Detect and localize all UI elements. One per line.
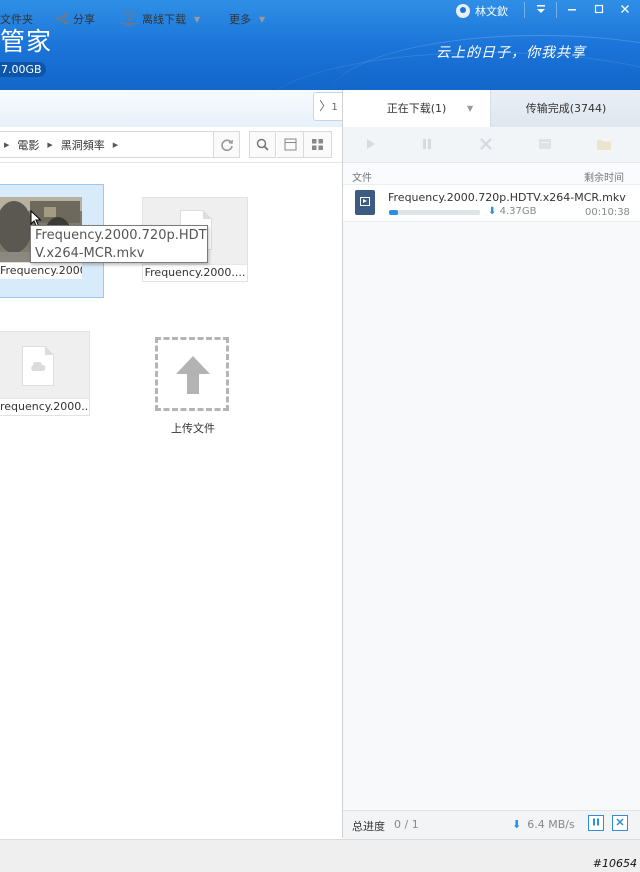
app-title: 管家	[0, 27, 53, 56]
delete-icon[interactable]	[479, 137, 493, 151]
cloud-file-icon	[22, 346, 54, 386]
refresh-icon	[220, 138, 233, 151]
tab-downloading[interactable]: 正在下载(1) ▼	[343, 90, 490, 127]
search-button[interactable]	[249, 131, 276, 158]
file-name: Frequency.2000....	[143, 264, 247, 281]
download-speed: ⬇ 6.4 MB/s	[512, 818, 575, 831]
breadcrumb: ▶ 電影 ▶ 黑洞頻率 ▶	[0, 131, 217, 158]
chevron-down-icon: ▼	[194, 14, 201, 24]
transfer-size: ⬇ 4.37GB	[488, 206, 537, 217]
column-file: 文件	[352, 173, 372, 184]
chevron-down-icon: ▼	[259, 14, 266, 24]
video-file-icon	[355, 190, 375, 215]
expand-panel-button[interactable]: 〉1	[313, 92, 343, 121]
breadcrumb-item[interactable]: 黑洞頻率	[61, 137, 105, 153]
slogan: 云上的日子，你我共享	[436, 45, 586, 61]
storage-indicator[interactable]: 7.00GB	[0, 62, 46, 77]
more-button[interactable]: 更多 ▼	[229, 11, 265, 27]
menu-icon[interactable]	[530, 1, 552, 19]
share-icon	[56, 13, 68, 25]
share-button[interactable]: 分享	[56, 11, 95, 27]
upload-arrow-icon	[176, 356, 210, 394]
file-tile[interactable]: requency.2000....	[0, 331, 90, 416]
file-name: requency.2000....	[0, 398, 89, 415]
new-folder-button[interactable]: 文件夹	[0, 11, 33, 27]
chevron-right-icon: ▶	[47, 140, 53, 149]
search-icon	[256, 138, 269, 151]
pause-all-button[interactable]	[588, 815, 604, 831]
column-remaining-time: 剩余时间	[584, 173, 624, 184]
refresh-button[interactable]	[213, 131, 240, 158]
folder-icon[interactable]	[596, 137, 611, 151]
download-arrow-icon: ⬇	[488, 206, 497, 217]
user-account[interactable]: 林文欽	[456, 3, 508, 19]
breadcrumb-item[interactable]: 電影	[17, 137, 39, 153]
upload-label[interactable]: 上传文件	[158, 420, 228, 436]
chevron-down-icon[interactable]: ▼	[467, 90, 473, 127]
file-name: Frequency.2000....	[0, 262, 82, 279]
download-arrow-icon: ⬇	[512, 818, 522, 831]
minimize-icon[interactable]	[561, 1, 583, 19]
watermark: #10654	[592, 857, 637, 870]
total-progress-count: 0 / 1	[394, 818, 419, 831]
cancel-all-button[interactable]	[612, 815, 628, 831]
transfer-file-name: Frequency.2000.720p.HDTV.x264-MCR.mkv	[388, 191, 626, 204]
grid-view-button[interactable]	[304, 131, 332, 158]
play-icon[interactable]	[363, 137, 377, 151]
avatar-icon	[456, 4, 470, 18]
file-toolbar	[0, 90, 342, 128]
list-view-icon	[284, 138, 296, 151]
filename-tooltip: Frequency.2000.720p.HDT V.x264-MCR.mkv	[30, 225, 208, 263]
pause-icon	[593, 818, 599, 826]
offline-download-button[interactable]: 离线下载 ▼	[121, 11, 200, 27]
grid-view-icon	[312, 139, 323, 150]
chevron-right-icon: 〉	[319, 99, 332, 113]
progress-bar	[389, 210, 480, 215]
tab-completed[interactable]: 传输完成(3744)	[490, 90, 640, 127]
close-icon	[616, 818, 624, 826]
maximize-icon[interactable]	[588, 1, 610, 19]
offline-download-icon	[121, 12, 138, 26]
progress-bar-fill	[389, 210, 399, 215]
username: 林文欽	[475, 5, 508, 18]
bottom-bar	[0, 839, 640, 872]
chevron-right-icon: ▶	[4, 140, 10, 149]
total-progress-label: 总进度	[352, 820, 385, 833]
close-icon[interactable]	[614, 1, 636, 19]
pause-icon[interactable]	[420, 137, 434, 151]
chevron-right-icon: ▶	[112, 140, 119, 149]
transfer-time-left: 00:10:38	[585, 207, 630, 218]
list-view-button[interactable]	[277, 131, 304, 158]
open-file-icon[interactable]	[538, 137, 552, 151]
